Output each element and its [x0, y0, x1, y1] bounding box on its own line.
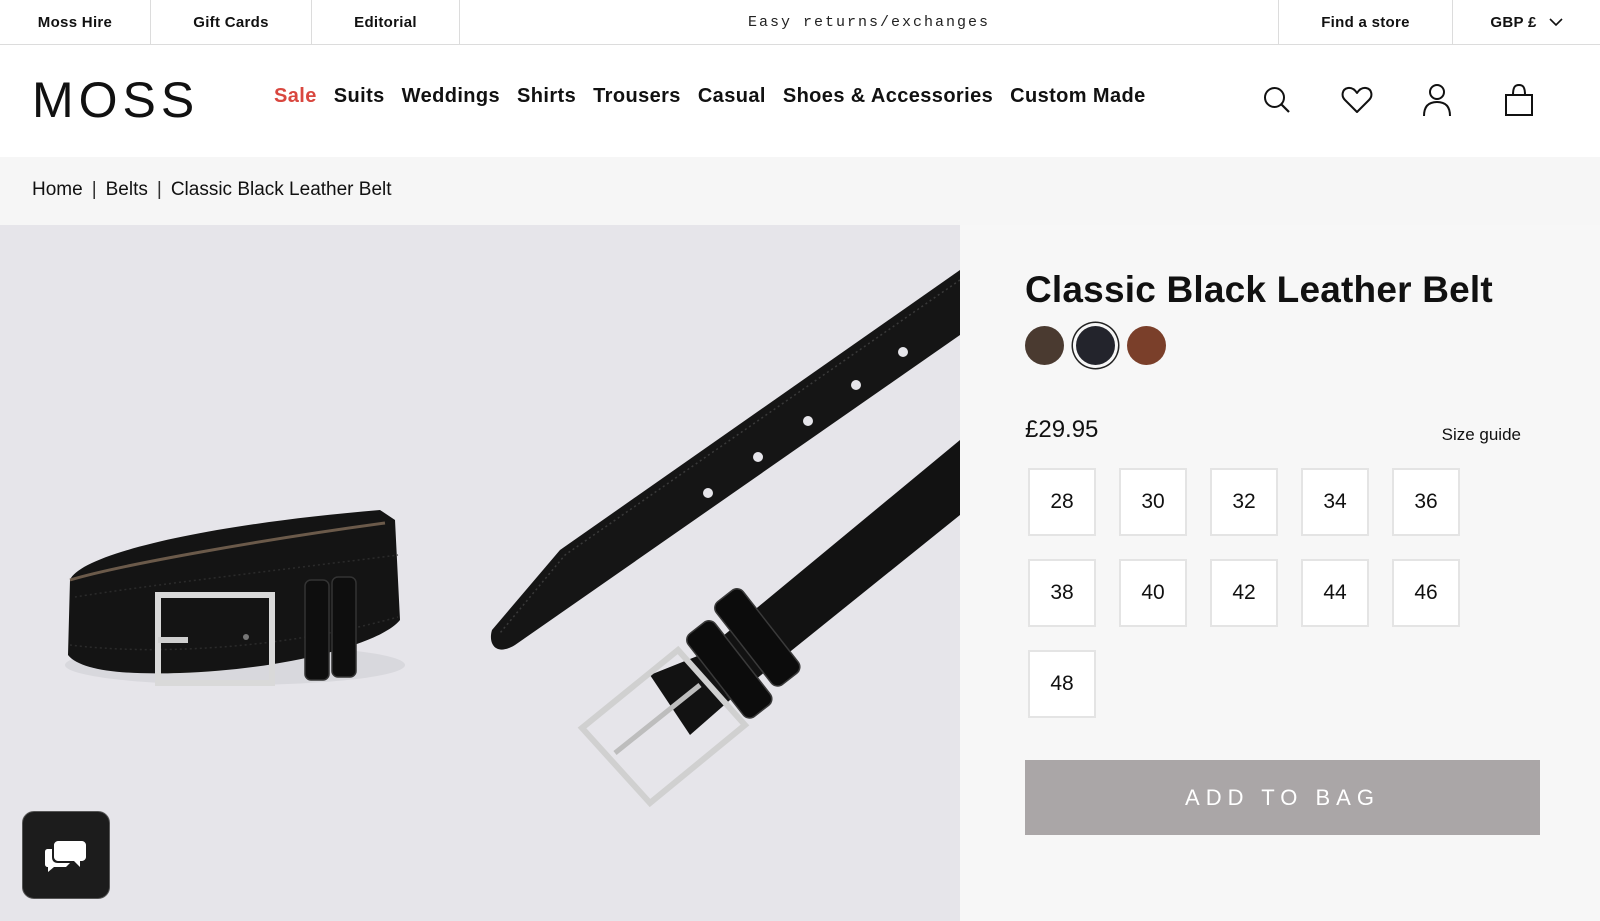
breadcrumb-belts[interactable]: Belts — [106, 179, 148, 201]
breadcrumb-current: Classic Black Leather Belt — [170, 179, 392, 200]
product-title: Classic Black Leather Belt — [1025, 269, 1493, 310]
size-38-button[interactable]: 38 — [1028, 559, 1096, 627]
main-nav: Sale Suits Weddings Shirts Trousers Casu… — [274, 85, 1163, 108]
nav-suits[interactable]: Suits — [334, 85, 385, 108]
swatch-brown[interactable] — [1025, 326, 1064, 365]
swatch-black[interactable] — [1076, 326, 1115, 365]
gift-cards-link[interactable]: Gift Cards — [151, 0, 311, 44]
size-32-button[interactable]: 32 — [1210, 468, 1278, 536]
nav-trousers[interactable]: Trousers — [593, 85, 681, 108]
size-34-button[interactable]: 34 — [1301, 468, 1369, 536]
size-guide-link[interactable]: Size guide — [1442, 425, 1521, 445]
utility-bar: Moss Hire Gift Cards Editorial Easy retu… — [0, 0, 1600, 45]
nav-weddings[interactable]: Weddings — [402, 85, 500, 108]
nav-custom-made[interactable]: Custom Made — [1010, 85, 1146, 108]
product-image — [65, 270, 960, 808]
breadcrumb-separator: | — [156, 179, 162, 200]
breadcrumb-separator: | — [91, 179, 97, 200]
nav-sale[interactable]: Sale — [274, 85, 317, 108]
search-icon[interactable] — [1260, 83, 1294, 117]
moss-logo[interactable]: MOSS — [32, 75, 199, 125]
promo-message: Easy returns/exchanges — [747, 13, 991, 31]
size-28-button[interactable]: 28 — [1028, 468, 1096, 536]
breadcrumb-band: Home | Belts | Classic Black Leather Bel… — [0, 157, 1600, 225]
size-44-button[interactable]: 44 — [1301, 559, 1369, 627]
nav-shirts[interactable]: Shirts — [517, 85, 576, 108]
belt-tip-image — [490, 270, 960, 808]
account-icon[interactable] — [1420, 83, 1454, 117]
product-image-gallery[interactable] — [0, 225, 960, 921]
find-store-link[interactable]: Find a store — [1279, 0, 1452, 44]
size-42-button[interactable]: 42 — [1210, 559, 1278, 627]
moss-hire-link[interactable]: Moss Hire — [0, 0, 150, 44]
product-price: £29.95 — [1025, 416, 1099, 443]
main-header: MOSS Sale Suits Weddings Shirts Trousers… — [0, 45, 1600, 157]
editorial-link[interactable]: Editorial — [312, 0, 459, 44]
currency-selector[interactable]: GBP £ — [1453, 0, 1600, 44]
chevron-down-icon — [1549, 17, 1563, 27]
currency-label: GBP £ — [1490, 13, 1537, 31]
size-48-button[interactable]: 48 — [1028, 650, 1096, 718]
product-info-panel: Classic Black Leather Belt £29.95 Size g… — [960, 225, 1600, 921]
nav-casual[interactable]: Casual — [698, 85, 766, 108]
breadcrumb-home[interactable]: Home — [32, 179, 83, 201]
nav-shoes-accessories[interactable]: Shoes & Accessories — [783, 85, 993, 108]
color-swatches — [1025, 326, 1166, 365]
size-40-button[interactable]: 40 — [1119, 559, 1187, 627]
size-46-button[interactable]: 46 — [1392, 559, 1460, 627]
size-30-button[interactable]: 30 — [1119, 468, 1187, 536]
heart-icon[interactable] — [1340, 83, 1374, 117]
bag-icon[interactable] — [1502, 83, 1536, 117]
breadcrumb: Home | Belts | Classic Black Leather Bel… — [32, 179, 392, 201]
swatch-tan[interactable] — [1127, 326, 1166, 365]
coiled-belt-image — [65, 510, 405, 686]
add-to-bag-button[interactable]: ADD TO BAG — [1025, 760, 1540, 835]
chat-icon — [44, 837, 88, 873]
chat-button[interactable] — [22, 811, 110, 899]
size-36-button[interactable]: 36 — [1392, 468, 1460, 536]
